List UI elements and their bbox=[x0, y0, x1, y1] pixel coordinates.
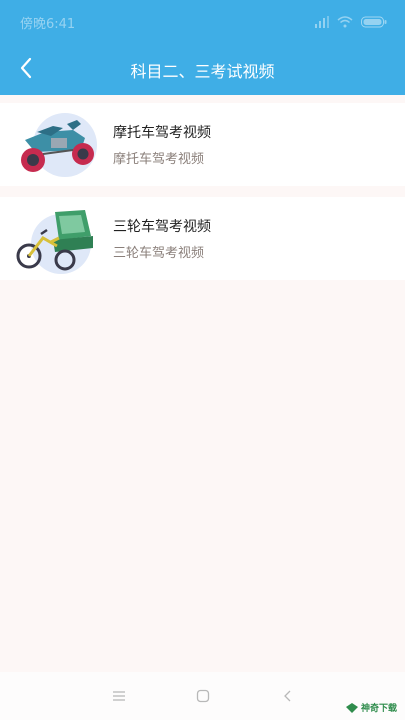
signal-icon bbox=[315, 13, 329, 32]
list-item-motorcycle[interactable]: 摩托车驾考视频 摩托车驾考视频 bbox=[0, 103, 405, 186]
chevron-left-icon bbox=[284, 690, 291, 702]
card-subtitle: 摩托车驾考视频 bbox=[113, 152, 205, 167]
status-bar: 傍晚6:41 bbox=[0, 0, 405, 44]
app-header: 傍晚6:41 科目二、三考试视频 bbox=[0, 0, 405, 95]
menu-icon bbox=[113, 691, 125, 701]
status-icons bbox=[315, 13, 387, 32]
battery-icon bbox=[361, 13, 387, 32]
card-title: 三轮车驾考视频 bbox=[113, 219, 211, 235]
system-nav-bar: 神奇下载 bbox=[0, 672, 405, 720]
page-title: 科目二、三考试视频 bbox=[130, 62, 275, 81]
title-bar: 科目二、三考试视频 bbox=[0, 44, 405, 94]
card-subtitle: 三轮车驾考视频 bbox=[113, 246, 205, 261]
list-item-tricycle[interactable]: 三轮车驾考视频 三轮车驾考视频 bbox=[0, 197, 405, 280]
motorcycle-icon bbox=[15, 110, 99, 180]
menu-button[interactable] bbox=[107, 684, 131, 708]
watermark-text: 神奇下载 bbox=[360, 704, 397, 714]
home-button[interactable] bbox=[191, 684, 215, 708]
wifi-icon bbox=[337, 13, 353, 32]
nav-back-button[interactable] bbox=[276, 684, 300, 708]
card-title: 摩托车驾考视频 bbox=[113, 125, 211, 141]
tricycle-icon bbox=[15, 204, 99, 274]
square-icon bbox=[196, 689, 210, 703]
brand-logo-icon bbox=[345, 702, 358, 713]
watermark: 神奇下载 bbox=[345, 701, 397, 714]
status-time: 傍晚6:41 bbox=[20, 17, 76, 32]
